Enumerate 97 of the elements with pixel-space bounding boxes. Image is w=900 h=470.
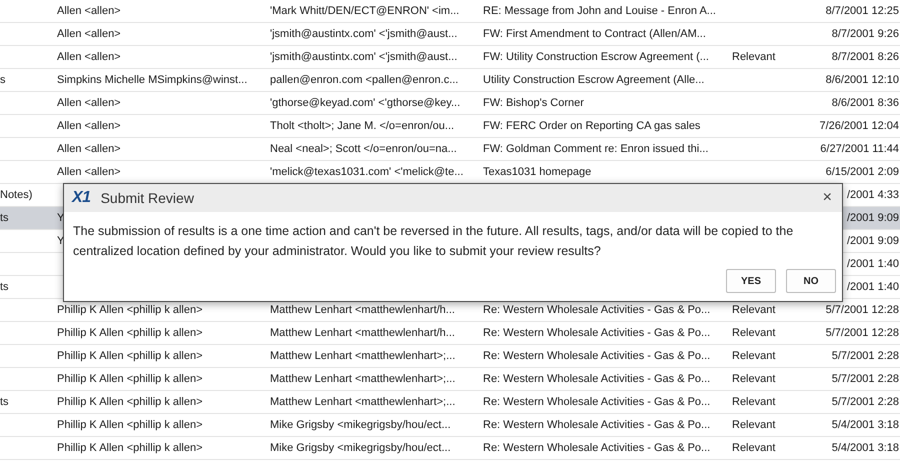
table-cell: FW: First Amendment to Contract (Allen/AM... bbox=[483, 28, 706, 40]
table-cell: Re: Western Wholesale Activities - Gas & Po... bbox=[483, 350, 710, 362]
table-cell: 5/7/2001 2:28 bbox=[832, 350, 899, 362]
table-cell: Matthew Lenhart <matthewlenhart>;... bbox=[270, 396, 456, 408]
table-cell: Notes) bbox=[0, 189, 32, 201]
table-cell: ts bbox=[0, 396, 9, 408]
table-row[interactable]: Phillip K Allen <phillip k allen> Mike Grigsby <mikegrigsby/hou/ect... Re: Western Wholesale Activities - Gas & Po... Relevant 5/4/2001 3:18 bbox=[0, 437, 900, 460]
table-cell: Utility Construction Escrow Agreement (Alle... bbox=[483, 74, 704, 86]
table-row[interactable]: Allen <allen> 'jsmith@austintx.com' <'jsmith@aust... FW: First Amendment to Contract (Allen/AM... 8/7/2001 9:26 bbox=[0, 23, 900, 46]
table-row[interactable]: Phillip K Allen <phillip k allen> Mike Grigsby <mikegrigsby/hou/ect... Re: Western Wholesale Activities - Gas & Po... Relevant 5/4/2001 3:18 bbox=[0, 414, 900, 437]
table-cell: /2001 9:09 bbox=[847, 235, 899, 247]
table-cell: Allen <allen> bbox=[57, 143, 121, 155]
table-cell: Allen <allen> bbox=[57, 97, 121, 109]
table-cell: FW: Goldman Comment re: Enron issued thi... bbox=[483, 143, 708, 155]
table-cell: Tholt <tholt>; Jane M. </o=enron/ou... bbox=[270, 120, 454, 132]
dialog-button[interactable]: YES bbox=[726, 269, 776, 293]
app-logo: X1 bbox=[72, 189, 91, 207]
table-cell: Phillip K Allen <phillip k allen> bbox=[57, 442, 203, 454]
table-cell: ts bbox=[0, 281, 9, 293]
table-cell: Phillip K Allen <phillip k allen> bbox=[57, 304, 203, 316]
table-row[interactable]: Allen <allen> Neal <neal>; Scott </o=enron/ou=na... FW: Goldman Comment re: Enron issued thi... 6/27/2001 11:44 bbox=[0, 138, 900, 161]
table-cell: Relevant bbox=[732, 51, 776, 63]
table-cell: Allen <allen> bbox=[57, 51, 121, 63]
table-cell: Neal <neal>; Scott </o=enron/ou=na... bbox=[270, 143, 457, 155]
table-cell: 'jsmith@austintx.com' <'jsmith@aust... bbox=[270, 51, 458, 63]
table-cell: Phillip K Allen <phillip k allen> bbox=[57, 327, 203, 339]
table-cell: s bbox=[0, 74, 6, 86]
table-cell: Relevant bbox=[732, 396, 776, 408]
table-cell: Re: Western Wholesale Activities - Gas & Po... bbox=[483, 419, 710, 431]
table-cell: Matthew Lenhart <matthewlenhart>;... bbox=[270, 373, 456, 385]
table-cell: Phillip K Allen <phillip k allen> bbox=[57, 396, 203, 408]
table-cell: Allen <allen> bbox=[57, 5, 121, 17]
table-cell: 8/7/2001 8:26 bbox=[832, 51, 899, 63]
table-cell: 'gthorse@keyad.com' <'gthorse@key... bbox=[270, 97, 460, 109]
table-row[interactable]: Allen <allen> 'Mark Whitt/DEN/ECT@ENRON' <im... RE: Message from John and Louise - Enron A... 8/7/2001 12:25 bbox=[0, 0, 900, 23]
table-cell: Re: Western Wholesale Activities - Gas & Po... bbox=[483, 396, 710, 408]
table-cell: RE: Message from John and Louise - Enron A... bbox=[483, 5, 716, 17]
table-cell: 'Mark Whitt/DEN/ECT@ENRON' <im... bbox=[270, 5, 460, 17]
table-cell: Matthew Lenhart <matthewlenhart>;... bbox=[270, 350, 456, 362]
table-cell: Mike Grigsby <mikegrigsby/hou/ect... bbox=[270, 442, 451, 454]
table-row[interactable]: Phillip K Allen <phillip k allen> Matthew Lenhart <matthewlenhart>;... Re: Western Wholesale Activities - Gas & Po... Relevant 5/7/2001 2:28 bbox=[0, 368, 900, 391]
table-cell: Phillip K Allen <phillip k allen> bbox=[57, 419, 203, 431]
table-cell: Relevant bbox=[732, 350, 776, 362]
table-cell: 8/6/2001 12:10 bbox=[826, 74, 899, 86]
table-cell: 'jsmith@austintx.com' <'jsmith@aust... bbox=[270, 28, 458, 40]
table-cell: Re: Western Wholesale Activities - Gas & Po... bbox=[483, 304, 710, 316]
table-cell: 5/7/2001 12:28 bbox=[826, 327, 899, 339]
table-cell: FW: Utility Construction Escrow Agreement (... bbox=[483, 51, 709, 63]
table-cell: Relevant bbox=[732, 304, 776, 316]
table-cell: Matthew Lenhart <matthewlenhart/h... bbox=[270, 327, 455, 339]
table-cell: Texas1031 homepage bbox=[483, 166, 592, 178]
table-cell: pallen@enron.com <pallen@enron.c... bbox=[270, 74, 458, 86]
table-cell: Relevant bbox=[732, 419, 776, 431]
table-cell: /2001 9:09 bbox=[847, 212, 899, 224]
table-cell: Phillip K Allen <phillip k allen> bbox=[57, 350, 203, 362]
table-cell: Allen <allen> bbox=[57, 166, 121, 178]
table-cell: Re: Western Wholesale Activities - Gas & Po... bbox=[483, 373, 710, 385]
dialog-title: Submit Review bbox=[100, 190, 195, 206]
table-cell: Relevant bbox=[732, 442, 776, 454]
table-cell: 5/7/2001 2:28 bbox=[832, 373, 899, 385]
table-cell: 5/4/2001 3:18 bbox=[832, 419, 899, 431]
table-cell: 8/6/2001 8:36 bbox=[832, 97, 899, 109]
table-cell: 6/27/2001 11:44 bbox=[820, 143, 899, 155]
table-cell: 8/7/2001 9:26 bbox=[832, 28, 899, 40]
table-cell: Relevant bbox=[732, 373, 776, 385]
table-cell: /2001 4:33 bbox=[847, 189, 899, 201]
table-cell: Mike Grigsby <mikegrigsby/hou/ect... bbox=[270, 419, 451, 431]
table-cell: Phillip K Allen <phillip k allen> bbox=[57, 373, 203, 385]
table-row[interactable]: Phillip K Allen <phillip k allen> Matthew Lenhart <matthewlenhart>;... Re: Western Wholesale Activities - Gas & Po... Relevant 5/7/2001 2:28 bbox=[0, 345, 900, 368]
table-cell: 5/7/2001 2:28 bbox=[832, 396, 899, 408]
table-cell: Relevant bbox=[732, 327, 776, 339]
table-cell: /2001 1:40 bbox=[847, 281, 899, 293]
table-cell: Re: Western Wholesale Activities - Gas & Po... bbox=[483, 327, 710, 339]
close-button[interactable]: × bbox=[822, 189, 832, 207]
table-cell: 5/4/2001 3:18 bbox=[832, 442, 899, 454]
table-row[interactable]: Allen <allen> Tholt <tholt>; Jane M. </o=enron/ou... FW: FERC Order on Reporting CA gas sales 7/26/2001 12:04 bbox=[0, 115, 900, 138]
table-row[interactable]: Allen <allen> 'jsmith@austintx.com' <'jsmith@aust... FW: Utility Construction Escrow Agreement (... Relevant 8/7/2001 8:26 bbox=[0, 46, 900, 69]
table-cell: /2001 1:40 bbox=[847, 258, 899, 270]
table-row[interactable]: Phillip K Allen <phillip k allen> Matthew Lenhart <matthewlenhart/h... Re: Western Wholesale Activities - Gas & Po... Relevant 5/7/2001 12:28 bbox=[0, 322, 900, 345]
table-cell: 7/26/2001 12:04 bbox=[819, 120, 899, 132]
dialog-message: The submission of results is a one time action and can't be reversed in the future. All results, tags, and/or data will be copied to the centralized location defined by your administrator. Would you like to submit your review results? bbox=[72, 223, 794, 260]
table-cell: 8/7/2001 12:25 bbox=[826, 5, 899, 17]
table-cell: Re: Western Wholesale Activities - Gas & Po... bbox=[483, 442, 710, 454]
table-row[interactable]: ts Phillip K Allen <phillip k allen> Matthew Lenhart <matthewlenhart>;... Re: Western Wholesale Activities - Gas & Po... Relevant 5/7/2001 2:28 bbox=[0, 391, 900, 414]
table-cell: Allen <allen> bbox=[57, 28, 121, 40]
table-cell: Simpkins Michelle MSimpkins@winst... bbox=[57, 74, 248, 86]
table-row[interactable]: s Simpkins Michelle MSimpkins@winst... pallen@enron.com <pallen@enron.c... Utility Construction Escrow Agreement (Alle... 8/6/2001 12:10 bbox=[0, 69, 900, 92]
table-cell: Matthew Lenhart <matthewlenhart/h... bbox=[270, 304, 455, 316]
table-cell: FW: Bishop's Corner bbox=[483, 97, 584, 109]
table-cell: 'melick@texas1031.com' <'melick@te... bbox=[270, 166, 464, 178]
table-cell: Allen <allen> bbox=[57, 120, 121, 132]
table-cell: 6/15/2001 2:09 bbox=[826, 166, 899, 178]
table-cell: FW: FERC Order on Reporting CA gas sales bbox=[483, 120, 700, 132]
table-cell: ts bbox=[0, 212, 9, 224]
dialog-button[interactable]: NO bbox=[786, 269, 836, 293]
table-row[interactable]: Allen <allen> 'gthorse@keyad.com' <'gthorse@key... FW: Bishop's Corner 8/6/2001 8:36 bbox=[0, 92, 900, 115]
table-cell: 5/7/2001 12:28 bbox=[826, 304, 899, 316]
